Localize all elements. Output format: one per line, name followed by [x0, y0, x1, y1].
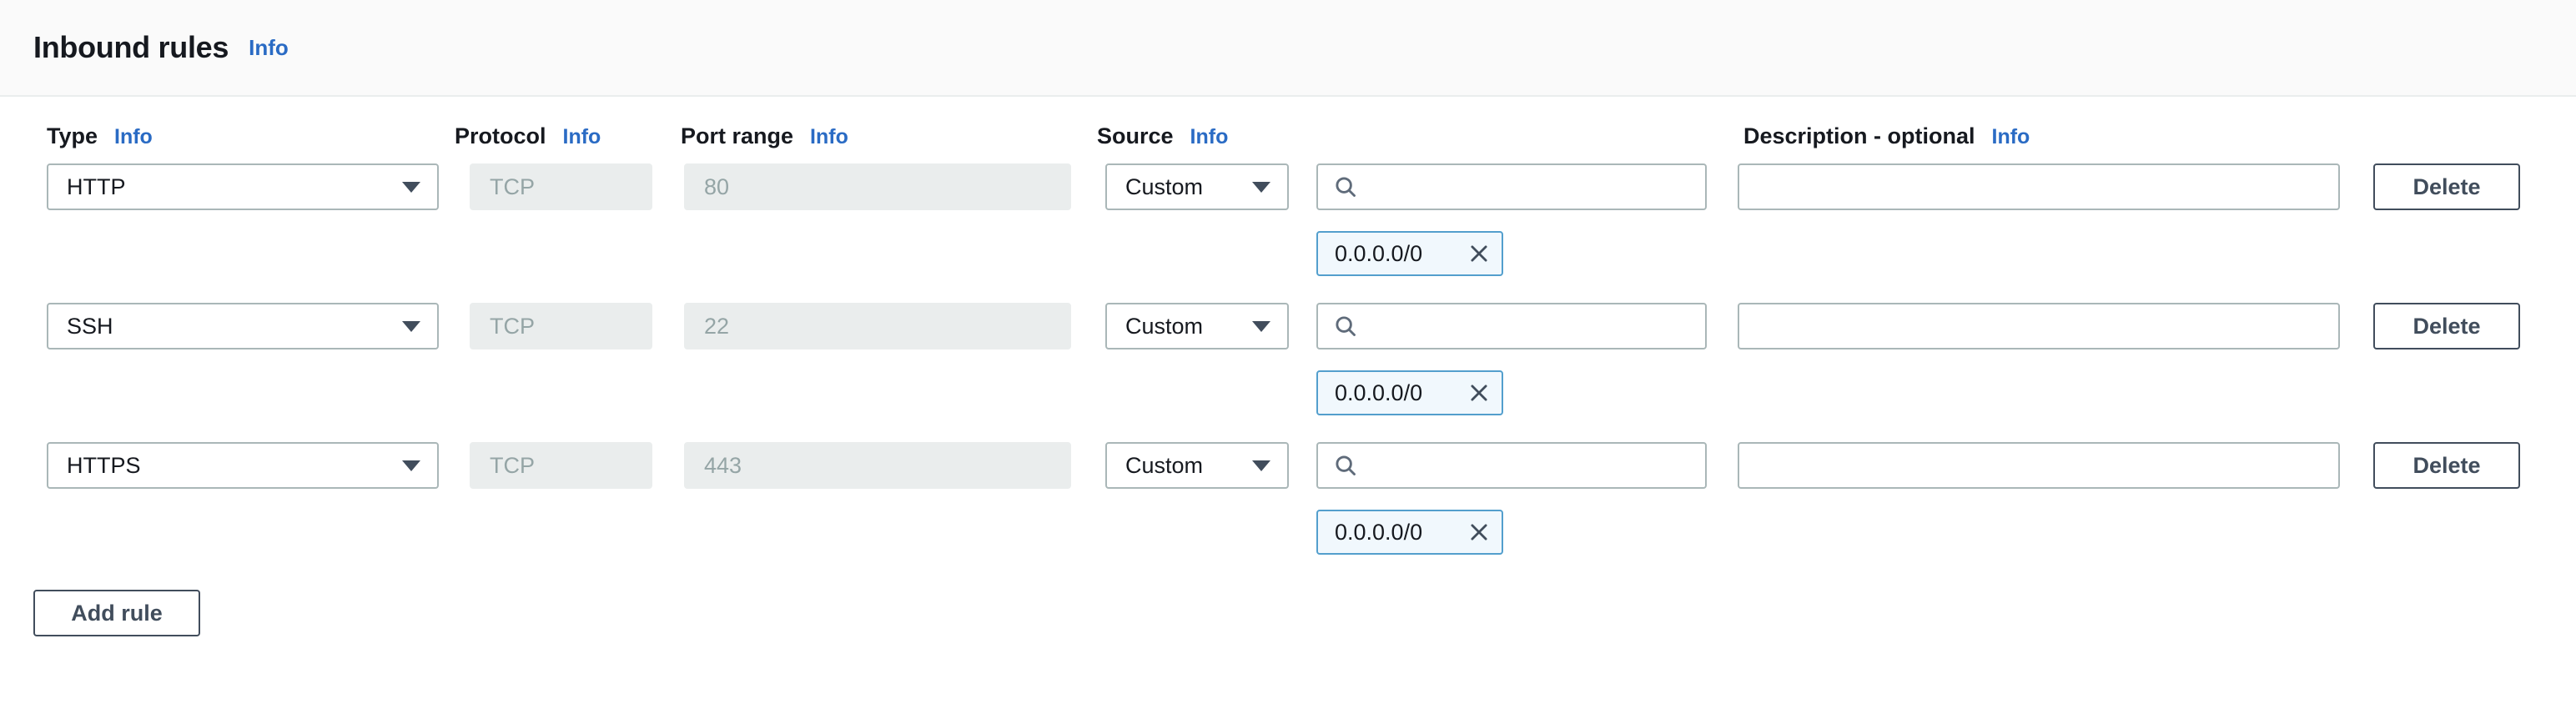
- source-info-link[interactable]: Info: [1190, 125, 1229, 149]
- rule-protocol-field: TCP: [470, 442, 652, 489]
- search-icon: [1333, 174, 1358, 199]
- rules-list: HTTP TCP 80 Custom: [0, 163, 2576, 581]
- chevron-down-icon: [402, 321, 420, 332]
- rule-port-range-value: 443: [704, 453, 742, 479]
- column-headers: Type Info Protocol Info Port range Info …: [0, 123, 2576, 163]
- rule-port-range-value: 22: [704, 314, 729, 339]
- source-cidr-token[interactable]: 0.0.0.0/0: [1316, 510, 1503, 555]
- rule-protocol-value: TCP: [490, 314, 535, 339]
- chevron-down-icon: [402, 182, 420, 193]
- rule-type-value: HTTPS: [67, 455, 141, 477]
- page-title: Inbound rules: [33, 30, 229, 65]
- rule-source-kind-value: Custom: [1125, 455, 1203, 477]
- panel-header: Inbound rules Info: [0, 0, 2576, 97]
- source-cidr-token-label: 0.0.0.0/0: [1335, 521, 1422, 544]
- chevron-down-icon: [1252, 321, 1270, 332]
- chevron-down-icon: [402, 460, 420, 471]
- chevron-down-icon: [1252, 182, 1270, 193]
- close-icon[interactable]: [1468, 521, 1490, 543]
- rule-protocol-value: TCP: [490, 174, 535, 200]
- rule-description-input[interactable]: [1738, 442, 2340, 489]
- type-info-link[interactable]: Info: [114, 125, 153, 149]
- table-row: HTTPS TCP 443 Custom: [0, 442, 2576, 581]
- rule-protocol-field: TCP: [470, 303, 652, 349]
- search-icon: [1333, 314, 1358, 339]
- panel-info-link[interactable]: Info: [249, 35, 289, 61]
- add-rule-area: Add rule: [0, 581, 2576, 656]
- source-cidr-token[interactable]: 0.0.0.0/0: [1316, 370, 1503, 415]
- rule-description-input[interactable]: [1738, 303, 2340, 349]
- column-header-type-label: Type: [47, 123, 98, 149]
- add-rule-button[interactable]: Add rule: [33, 590, 200, 636]
- rule-protocol-value: TCP: [490, 453, 535, 479]
- column-header-type: Type Info: [47, 123, 153, 149]
- rule-source-kind-select[interactable]: Custom: [1105, 303, 1289, 349]
- rule-type-select[interactable]: HTTP: [47, 163, 439, 210]
- rule-source-search[interactable]: [1316, 442, 1707, 489]
- rule-port-range-field: 22: [684, 303, 1071, 349]
- column-header-port-range: Port range Info: [681, 123, 848, 149]
- column-header-source-label: Source: [1097, 123, 1174, 149]
- column-header-description-label: Description - optional: [1743, 123, 1975, 149]
- inbound-rules-panel: Type Info Protocol Info Port range Info …: [0, 123, 2576, 656]
- rule-port-range-value: 80: [704, 174, 729, 200]
- rule-type-value: HTTP: [67, 176, 126, 199]
- rule-type-select[interactable]: HTTPS: [47, 442, 439, 489]
- rule-protocol-field: TCP: [470, 163, 652, 210]
- rule-source-kind-select[interactable]: Custom: [1105, 442, 1289, 489]
- close-icon[interactable]: [1468, 243, 1490, 264]
- delete-rule-button[interactable]: Delete: [2373, 303, 2520, 349]
- rule-source-kind-select[interactable]: Custom: [1105, 163, 1289, 210]
- rule-type-value: SSH: [67, 315, 113, 338]
- protocol-info-link[interactable]: Info: [563, 125, 601, 149]
- table-row: SSH TCP 22 Custom: [0, 303, 2576, 442]
- rule-source-search[interactable]: [1316, 303, 1707, 349]
- delete-rule-button-label: Delete: [2412, 174, 2480, 200]
- delete-rule-button-label: Delete: [2412, 453, 2480, 479]
- rule-type-select[interactable]: SSH: [47, 303, 439, 349]
- column-header-protocol: Protocol Info: [455, 123, 601, 149]
- column-header-source: Source Info: [1097, 123, 1228, 149]
- chevron-down-icon: [1252, 460, 1270, 471]
- rule-description-input[interactable]: [1738, 163, 2340, 210]
- source-cidr-token[interactable]: 0.0.0.0/0: [1316, 231, 1503, 276]
- column-header-protocol-label: Protocol: [455, 123, 546, 149]
- description-info-link[interactable]: Info: [1992, 125, 2030, 149]
- close-icon[interactable]: [1468, 382, 1490, 404]
- column-header-description: Description - optional Info: [1743, 123, 2030, 149]
- source-cidr-token-label: 0.0.0.0/0: [1335, 382, 1422, 405]
- rule-port-range-field: 443: [684, 442, 1071, 489]
- search-icon: [1333, 453, 1358, 478]
- port-range-info-link[interactable]: Info: [810, 125, 848, 149]
- rule-source-search[interactable]: [1316, 163, 1707, 210]
- table-row: HTTP TCP 80 Custom: [0, 163, 2576, 303]
- delete-rule-button[interactable]: Delete: [2373, 442, 2520, 489]
- add-rule-button-label: Add rule: [71, 601, 163, 626]
- rule-source-kind-value: Custom: [1125, 176, 1203, 199]
- rule-port-range-field: 80: [684, 163, 1071, 210]
- rule-source-kind-value: Custom: [1125, 315, 1203, 338]
- delete-rule-button-label: Delete: [2412, 314, 2480, 339]
- column-header-port-range-label: Port range: [681, 123, 793, 149]
- delete-rule-button[interactable]: Delete: [2373, 163, 2520, 210]
- source-cidr-token-label: 0.0.0.0/0: [1335, 243, 1422, 265]
